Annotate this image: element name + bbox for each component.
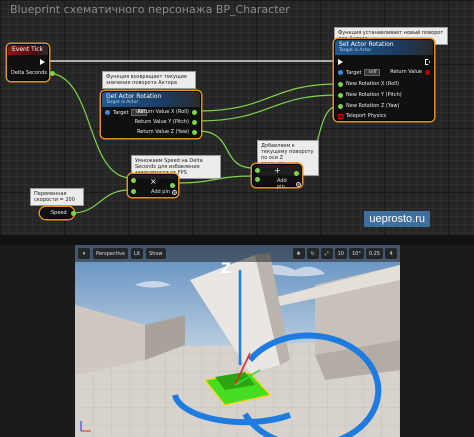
- set-rotation-new-z[interactable]: New Rotation Z (Yaw): [338, 103, 399, 109]
- add-operator: +: [274, 166, 281, 175]
- teleport-label: Teleport Physics: [346, 113, 387, 119]
- scale-snap-button[interactable]: 0.25: [365, 248, 383, 259]
- speed-pin[interactable]: Speed: [51, 210, 76, 216]
- get-rotation-out-z[interactable]: Return Value Z (Yaw): [137, 129, 197, 135]
- get-rotation-out-x[interactable]: Return Value X (Roll): [137, 109, 197, 115]
- get-actor-rotation-header: Get Actor Rotation Target is Actor: [102, 92, 200, 107]
- comment-get-rotation: Функция возвращает текущие значения пово…: [102, 71, 196, 89]
- event-tick-exec-out-icon[interactable]: [40, 59, 45, 65]
- show-button[interactable]: Show: [146, 248, 166, 259]
- speed-pin-icon[interactable]: [70, 210, 76, 216]
- separator: [0, 235, 474, 245]
- viewport-menu-button[interactable]: ▾: [78, 248, 90, 259]
- get-rotation-target-label: Target: [113, 109, 129, 116]
- add-add-pin[interactable]: Add pin +: [277, 178, 301, 190]
- grid-snap-button[interactable]: 10: [334, 248, 347, 259]
- add-add-pin-label: Add pin: [277, 178, 287, 190]
- set-rotation-target-value[interactable]: self: [364, 69, 381, 76]
- delta-seconds-label: Delta Seconds: [11, 70, 47, 76]
- out-x-label: Return Value X (Roll): [137, 109, 189, 115]
- perspective-button[interactable]: Perspective: [93, 248, 128, 259]
- out-z-pin-icon[interactable]: [192, 129, 197, 135]
- multiply-add-pin-label: Add pin: [151, 189, 171, 195]
- return-value-label: Return Value: [390, 69, 422, 75]
- set-target-pin-icon[interactable]: [338, 70, 343, 75]
- gizmo-z-label: Z: [221, 261, 231, 277]
- out-y-pin-icon[interactable]: [192, 119, 197, 125]
- set-rotation-new-y[interactable]: New Rotation Y (Pitch): [338, 92, 402, 98]
- level-viewport[interactable]: Z ▾ Perspective Lit Show ✥ ↻ ⤢ 10 10° 0.…: [75, 245, 400, 437]
- angle-snap-button[interactable]: 10°: [348, 248, 364, 259]
- return-value-pin-icon[interactable]: [425, 69, 430, 75]
- new-x-pin-icon[interactable]: [338, 81, 343, 87]
- add-in-b-pin-icon[interactable]: [255, 177, 260, 182]
- target-pin-icon[interactable]: [105, 110, 110, 115]
- set-rotation-teleport[interactable]: Teleport Physics: [338, 113, 386, 119]
- new-y-pin-icon[interactable]: [338, 92, 343, 98]
- event-tick-title: Event Tick: [8, 45, 48, 55]
- set-rotation-target-pin[interactable]: Target self: [338, 69, 381, 76]
- new-y-label: New Rotation Y (Pitch): [346, 92, 402, 98]
- set-rotation-subtitle: Target is Actor: [339, 48, 372, 53]
- out-x-pin-icon[interactable]: [192, 109, 197, 115]
- multiply-operator: ×: [150, 177, 157, 186]
- viewport-toolbar: ▾ Perspective Lit Show ✥ ↻ ⤢ 10 10° 0.25…: [75, 245, 400, 262]
- set-rotation-new-x[interactable]: New Rotation X (Roll): [338, 81, 399, 87]
- multiply-add-pin[interactable]: Add pin +: [151, 189, 177, 195]
- multiply-node[interactable]: × Add pin +: [128, 174, 178, 197]
- new-z-pin-icon[interactable]: [338, 103, 343, 109]
- multiply-in-a-pin-icon[interactable]: [131, 178, 136, 183]
- event-tick-delta-pin[interactable]: Delta Seconds: [11, 70, 55, 76]
- out-z-label: Return Value Z (Yaw): [137, 129, 189, 135]
- viewport-scene: Z: [75, 245, 400, 437]
- add-pin-plus-icon[interactable]: +: [296, 181, 301, 187]
- viewport-tools: ✥ ↻ ⤢ 10 10° 0.25 4: [292, 248, 397, 259]
- new-x-label: New Rotation X (Roll): [346, 81, 399, 87]
- set-rotation-exec-out-icon[interactable]: [425, 59, 430, 65]
- blueprint-graph[interactable]: Blueprint схематичного персонажа BP_Char…: [0, 0, 474, 235]
- multiply-in-b-pin-icon[interactable]: [131, 189, 136, 194]
- multiply-out-pin-icon[interactable]: [170, 183, 175, 188]
- add-pin-icon[interactable]: +: [172, 189, 177, 195]
- float-wire-y: [197, 94, 339, 122]
- add-out-pin-icon[interactable]: [294, 171, 299, 176]
- out-y-label: Return Value Y (Pitch): [134, 119, 189, 125]
- set-actor-rotation-header: Set Actor Rotation Target is Actor: [335, 40, 433, 55]
- delta-seconds-pin-icon[interactable]: [49, 70, 55, 76]
- set-actor-rotation-node[interactable]: Set Actor Rotation Target is Actor Targe…: [334, 39, 434, 121]
- get-rotation-subtitle: Target is Actor: [106, 100, 139, 105]
- add-in-a-pin-icon[interactable]: [255, 168, 260, 173]
- event-tick-node[interactable]: Event Tick Delta Seconds: [7, 44, 55, 81]
- speed-label: Speed: [51, 210, 67, 216]
- watermark: ueprosto.ru: [364, 211, 430, 227]
- translate-tool-icon[interactable]: ✥: [292, 248, 305, 259]
- comment-speed: Переменная скорости = 200: [30, 188, 84, 206]
- rotate-tool-icon[interactable]: ↻: [306, 248, 319, 259]
- get-actor-rotation-node[interactable]: Get Actor Rotation Target is Actor Targe…: [101, 91, 201, 138]
- float-wire-x: [197, 83, 339, 112]
- lit-button[interactable]: Lit: [130, 248, 144, 259]
- scale-tool-icon[interactable]: ⤢: [320, 248, 333, 259]
- camera-speed-button[interactable]: 4: [385, 248, 397, 259]
- new-z-label: New Rotation Z (Yaw): [346, 103, 400, 109]
- speed-variable-node[interactable]: Speed: [40, 207, 76, 219]
- add-node[interactable]: + Add pin +: [252, 164, 302, 190]
- set-rotation-exec-in-icon[interactable]: [338, 59, 343, 65]
- set-rotation-return-pin[interactable]: Return Value: [390, 69, 430, 75]
- teleport-checkbox[interactable]: [338, 113, 343, 119]
- get-rotation-out-y[interactable]: Return Value Y (Pitch): [135, 119, 197, 125]
- set-rotation-target-label: Target: [346, 69, 362, 76]
